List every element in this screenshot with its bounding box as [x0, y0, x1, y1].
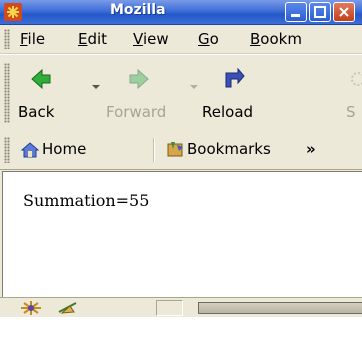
navigation-toolbar: Back Forward Reload S: [0, 54, 362, 132]
back-button[interactable]: Back: [18, 55, 68, 131]
stop-icon: [351, 72, 362, 86]
personalbar-grip[interactable]: [4, 137, 10, 163]
reload-button[interactable]: Reload: [202, 55, 268, 131]
page-content: Summation=55: [2, 171, 362, 297]
menu-go[interactable]: Go: [198, 30, 219, 48]
maximize-button[interactable]: [309, 2, 331, 22]
stop-button[interactable]: S: [346, 55, 362, 131]
stop-label: S: [346, 103, 356, 121]
maximize-icon: [314, 6, 326, 18]
personal-toolbar: Home Bookmarks »: [0, 131, 362, 170]
menu-bar: File Edit View Go Bookm: [0, 25, 362, 54]
menubar-grip[interactable]: [4, 29, 10, 49]
menu-edit[interactable]: Edit: [78, 30, 107, 48]
window-title: Mozilla: [110, 2, 166, 18]
menu-bookmarks[interactable]: Bookm: [250, 30, 302, 48]
forward-label: Forward: [106, 103, 167, 121]
progress-bar: [198, 302, 362, 314]
reload-icon: [225, 67, 245, 88]
status-bar: [0, 297, 362, 317]
forward-arrow-icon: [129, 68, 149, 90]
back-dropdown-icon[interactable]: [92, 85, 100, 89]
title-bar[interactable]: Mozilla: [0, 0, 362, 25]
navbar-grip[interactable]: [4, 63, 10, 123]
close-icon: [339, 7, 349, 17]
home-label: Home: [42, 140, 87, 158]
reload-label: Reload: [202, 103, 254, 121]
mozilla-app-icon[interactable]: [4, 3, 22, 21]
close-button[interactable]: [333, 2, 355, 22]
back-label: Back: [18, 103, 55, 121]
menu-view[interactable]: View: [133, 30, 169, 48]
home-icon: [20, 142, 40, 158]
minimize-button[interactable]: [285, 2, 307, 22]
back-arrow-icon: [31, 68, 51, 90]
home-button[interactable]: Home: [20, 131, 130, 169]
forward-button[interactable]: Forward: [106, 55, 176, 131]
navigator-icon[interactable]: [18, 300, 44, 316]
forward-dropdown-icon[interactable]: [190, 85, 198, 89]
menu-file[interactable]: File: [20, 30, 45, 48]
summation-text: Summation=55: [23, 191, 150, 210]
bookmarks-button[interactable]: Bookmarks: [165, 131, 300, 169]
minimize-icon: [291, 14, 300, 17]
bookmarks-label: Bookmarks: [187, 140, 271, 158]
mail-icon[interactable]: [56, 300, 80, 316]
browser-window: Mozilla File Edit View Go Bookm Back For…: [0, 0, 362, 317]
bookmarks-icon: [167, 142, 183, 157]
toolbar-overflow-chevron-icon[interactable]: »: [306, 140, 316, 158]
component-bar: [6, 300, 156, 316]
online-status-cell[interactable]: [156, 300, 183, 316]
toolbar-separator: [153, 138, 155, 162]
